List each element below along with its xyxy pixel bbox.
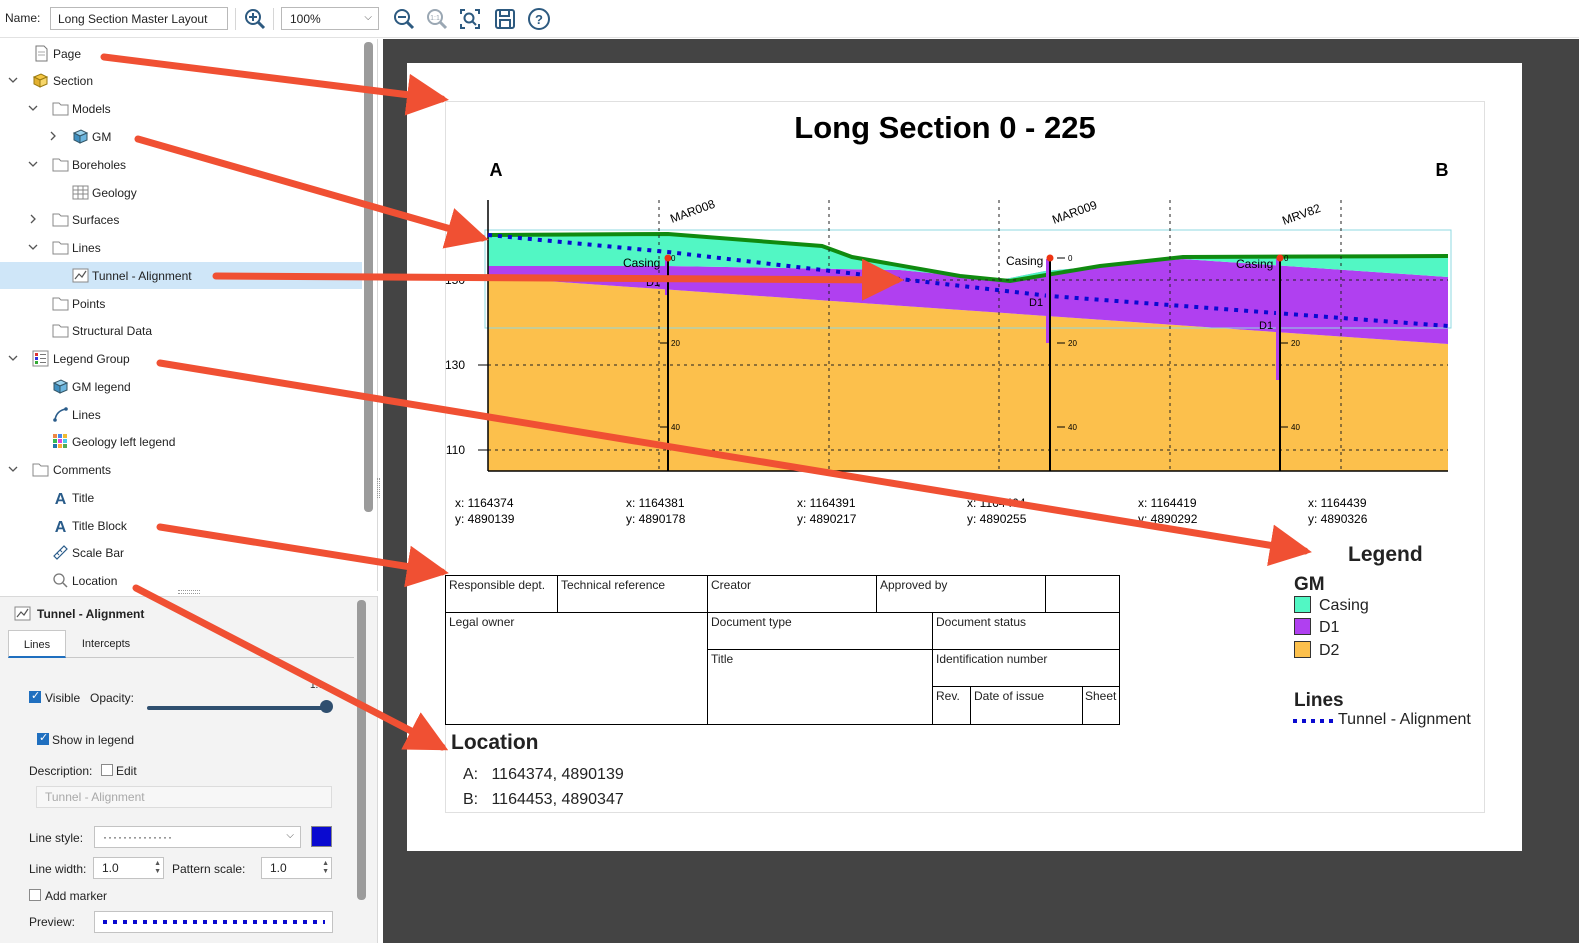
location-a: A: 1164374, 4890139: [463, 766, 624, 783]
location-title[interactable]: Location: [451, 731, 539, 755]
casing-label: Casing: [1006, 254, 1043, 268]
coord-x: x: 1164391: [797, 496, 856, 510]
title-block-cell: Title: [707, 649, 933, 725]
title-block-cell: Creator: [707, 575, 877, 613]
coord-x: x: 1164419: [1138, 496, 1197, 510]
d1-label: D1: [1029, 297, 1043, 309]
legend-item-d2: D2: [1319, 642, 1340, 659]
coordinate-labels: x: 1164374 y: 4890139 x: 1164381 y: 4890…: [455, 496, 1368, 526]
depth-tick-label: 20: [1291, 339, 1300, 348]
depth-tick-label: 20: [671, 339, 680, 348]
title-block-cell: [1045, 575, 1120, 613]
coord-x: x: 1164374: [455, 496, 514, 510]
coord-y: y: 4890255: [967, 512, 1027, 526]
legend-swatch-d2: [1294, 641, 1311, 658]
coord-y: y: 4890326: [1308, 512, 1368, 526]
title-block-cell: Document status: [932, 612, 1120, 650]
d1-label: D1: [646, 277, 660, 289]
title-block-cell: Document type: [707, 612, 933, 650]
legend-swatch-tunnel: [1293, 719, 1333, 723]
title-block-cell: Approved by: [876, 575, 1046, 613]
title-block-cell: Rev.: [932, 686, 971, 725]
depth-tick-label: 0: [671, 254, 676, 263]
borehole-name: MAR009: [1050, 198, 1099, 227]
coord-x: x: 1164404: [967, 496, 1026, 510]
title-block-cell: Responsible dept.: [445, 575, 558, 613]
legend-swatch-d1: [1294, 618, 1311, 635]
legend-title: Legend: [1348, 543, 1423, 566]
title-block-cell: Date of issue: [970, 686, 1083, 725]
section-end-a: A: [490, 160, 503, 180]
coord-x: x: 1164381: [626, 496, 685, 510]
coord-y: y: 4890217: [797, 512, 857, 526]
title-block-cell: Sheet: [1082, 686, 1120, 725]
location-b: B: 1164453, 4890347: [463, 791, 624, 808]
depth-tick-label: 0: [1068, 254, 1073, 263]
legend-item-d1: D1: [1319, 619, 1340, 636]
legend-lines-header: Lines: [1294, 690, 1344, 711]
title-block-cell: Technical reference: [557, 575, 708, 613]
elevation-label: 150: [445, 273, 465, 287]
coord-x: x: 1164439: [1308, 496, 1367, 510]
legend-swatch-casing: [1294, 596, 1311, 613]
elevation-label: 110: [446, 443, 465, 457]
d1-label: D1: [1259, 320, 1273, 332]
borehole-name: MRV82: [1280, 201, 1322, 228]
section-title: Long Section 0 - 225: [794, 110, 1095, 145]
borehole-name: MAR008: [668, 197, 717, 226]
section-graphic: Long Section 0 - 225 A B 150 130 110 MAR…: [445, 110, 1452, 526]
depth-tick-label: 40: [1068, 423, 1077, 432]
legend-gm-header: GM: [1294, 574, 1325, 595]
coord-y: y: 4890292: [1138, 512, 1198, 526]
legend-item-casing: Casing: [1319, 597, 1369, 614]
app-window: Name: 100% ⌵ 1:1 ? Page: [0, 0, 1579, 943]
title-block-cell: Identification number: [932, 649, 1120, 687]
depth-tick-label: 40: [671, 423, 680, 432]
section-end-b: B: [1436, 160, 1449, 180]
depth-tick-label: 0: [1284, 254, 1289, 263]
coord-y: y: 4890178: [626, 512, 686, 526]
elevation-label: 130: [445, 358, 465, 372]
casing-label: Casing: [1236, 257, 1273, 271]
coord-y: y: 4890139: [455, 512, 515, 526]
legend-item-tunnel: Tunnel - Alignment: [1338, 711, 1471, 728]
depth-tick-label: 20: [1068, 339, 1077, 348]
depth-tick-label: 40: [1291, 423, 1300, 432]
casing-label: Casing: [623, 256, 660, 270]
title-block-cell: Legal owner: [445, 612, 708, 725]
elevation-ticks: [478, 279, 488, 451]
